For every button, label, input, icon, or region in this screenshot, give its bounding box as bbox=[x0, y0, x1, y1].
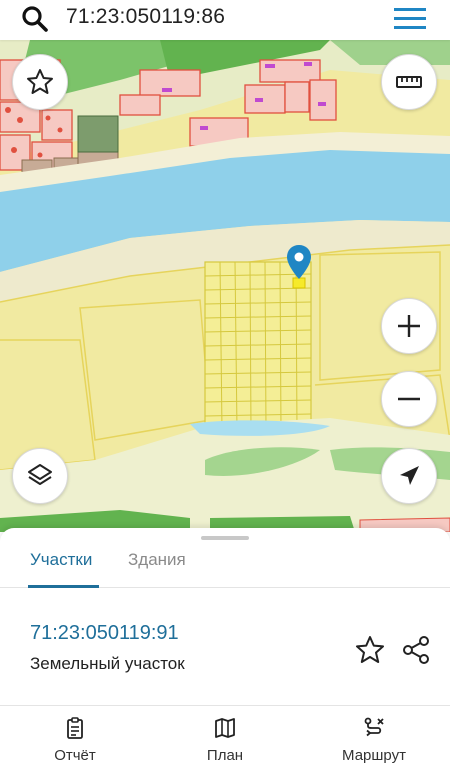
active-tab-indicator bbox=[28, 585, 99, 588]
nav-plan[interactable]: План bbox=[165, 716, 285, 764]
clipboard-icon bbox=[67, 717, 83, 739]
tab-buildings[interactable]: Здания bbox=[128, 550, 186, 588]
layers-button[interactable] bbox=[12, 448, 68, 504]
star-outline-icon bbox=[27, 69, 53, 94]
bottom-sheet: Участки Здания 71:23:050119:91 Земельный… bbox=[0, 528, 450, 767]
map-canvas[interactable] bbox=[0, 40, 450, 532]
cadastral-number-link[interactable]: 71:23:050119:91 bbox=[30, 622, 179, 645]
tab-parcels[interactable]: Участки bbox=[30, 550, 92, 588]
star-outline-icon[interactable] bbox=[354, 634, 386, 666]
hamburger-menu-icon[interactable] bbox=[392, 4, 428, 32]
search-icon[interactable] bbox=[20, 4, 50, 34]
nav-route-label: Маршрут bbox=[342, 747, 406, 764]
plus-icon bbox=[398, 315, 420, 337]
my-location-button[interactable] bbox=[381, 448, 437, 504]
search-bar[interactable]: 71:23:050119:86 bbox=[0, 0, 450, 40]
route-icon bbox=[364, 717, 384, 737]
layers-icon bbox=[28, 464, 52, 485]
drag-handle[interactable] bbox=[201, 536, 249, 540]
map-pin-icon[interactable] bbox=[286, 244, 312, 280]
zoom-in-button[interactable] bbox=[381, 298, 437, 354]
list-item[interactable]: 71:23:050119:91 Земельный участок bbox=[0, 590, 450, 700]
map-icon bbox=[215, 718, 235, 738]
share-icon[interactable] bbox=[400, 634, 432, 666]
navigation-arrow-icon bbox=[400, 466, 419, 485]
search-input[interactable]: 71:23:050119:86 bbox=[66, 5, 225, 29]
nav-plan-label: План bbox=[206, 747, 244, 764]
parcel-type: Земельный участок bbox=[30, 654, 185, 673]
tabs-bar: Участки Здания bbox=[0, 542, 450, 588]
ruler-icon bbox=[396, 76, 422, 88]
favorite-map-button[interactable] bbox=[12, 54, 68, 110]
zoom-out-button[interactable] bbox=[381, 371, 437, 427]
minus-icon bbox=[398, 397, 420, 401]
nav-report-label: Отчёт bbox=[54, 747, 96, 764]
cadastral-map[interactable] bbox=[0, 40, 450, 532]
nav-report[interactable]: Отчёт bbox=[15, 716, 135, 764]
nav-route[interactable]: Маршрут bbox=[314, 716, 434, 764]
measure-button[interactable] bbox=[381, 54, 437, 110]
bottom-navigation: Отчёт План Маршрут bbox=[0, 705, 450, 767]
